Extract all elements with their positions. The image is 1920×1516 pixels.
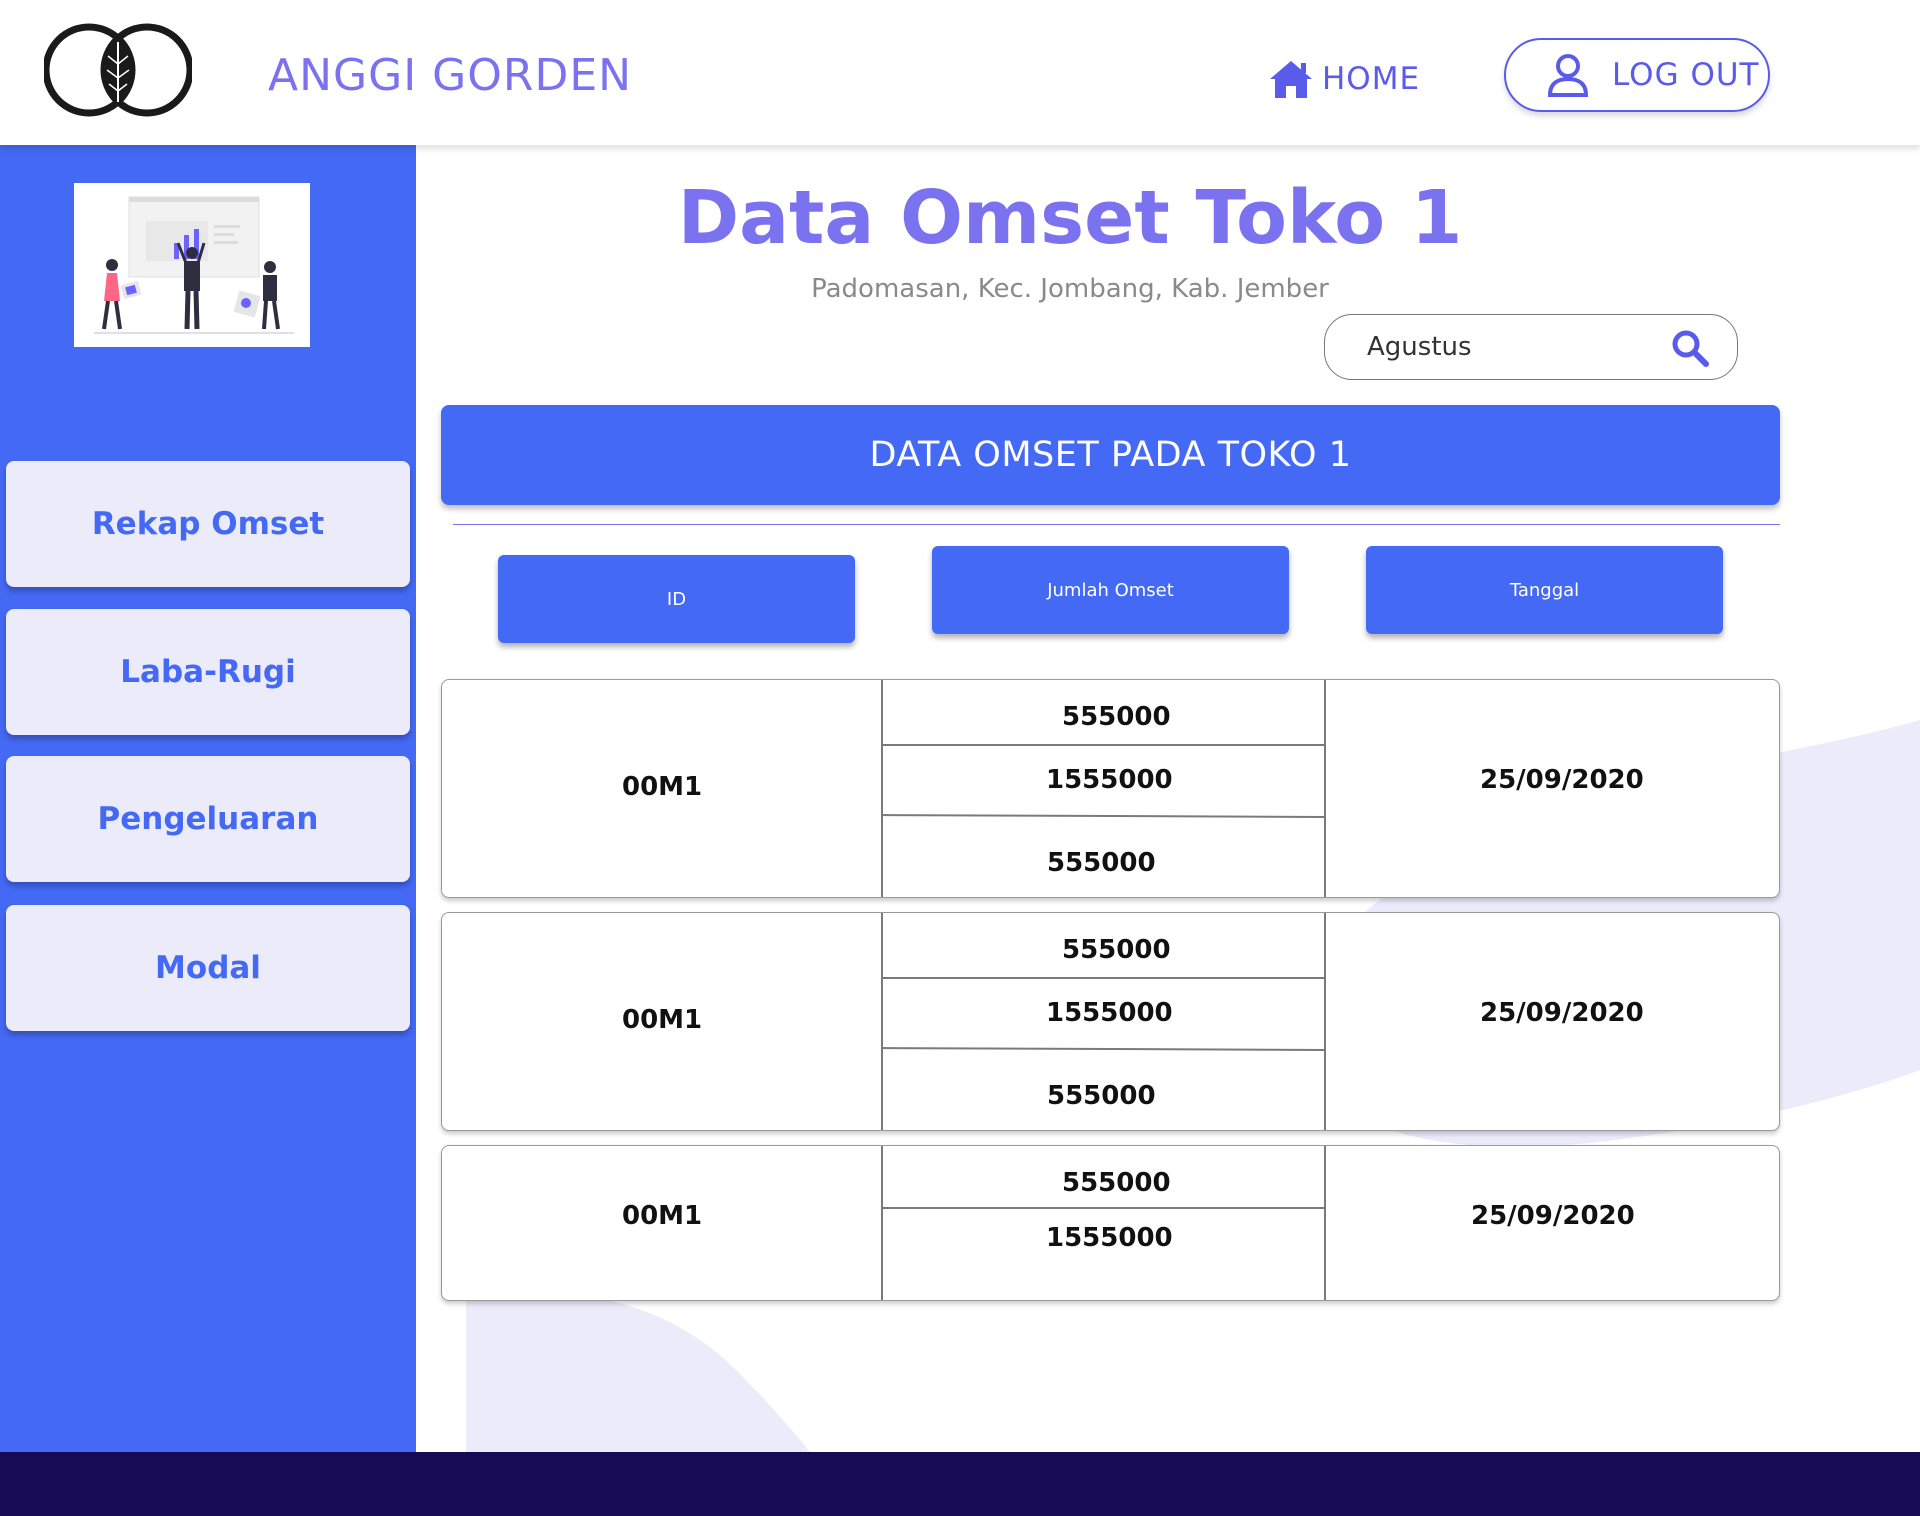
- section-banner: DATA OMSET PADA TOKO 1: [441, 405, 1780, 505]
- page-title: Data Omset Toko 1: [677, 175, 1463, 261]
- column-divider: [881, 680, 883, 897]
- sidebar-item-laba-rugi[interactable]: Laba-Rugi: [6, 609, 410, 735]
- sidebar-item-rekap-omset[interactable]: Rekap Omset: [6, 461, 410, 587]
- column-divider: [1324, 680, 1326, 897]
- row-divider: [881, 744, 1324, 746]
- logo-icon: [44, 23, 192, 117]
- home-icon: [1270, 61, 1312, 98]
- column-divider: [881, 913, 883, 1130]
- row-divider: [881, 977, 1324, 979]
- sidebar-item-modal[interactable]: Modal: [6, 905, 410, 1031]
- omset-amount: 1555000: [1046, 765, 1173, 795]
- column-header-id[interactable]: ID: [498, 555, 855, 643]
- omset-amount: 555000: [1047, 1081, 1156, 1111]
- omset-amount: 555000: [1062, 935, 1171, 965]
- omset-amount: 1555000: [1046, 998, 1173, 1028]
- table-row[interactable]: 00M1 555000 1555000 555000 25/09/2020: [441, 679, 1780, 898]
- top-header: ANGGI GORDEN HOME LOG OUT: [0, 0, 1920, 145]
- table-row[interactable]: 00M1 555000 1555000 555000 25/09/2020: [441, 912, 1780, 1131]
- omset-amount: 555000: [1047, 848, 1156, 878]
- row-divider: [881, 1207, 1324, 1209]
- omset-amount: 555000: [1062, 1168, 1171, 1198]
- search-icon[interactable]: [1671, 329, 1709, 367]
- brand-name: ANGGI GORDEN: [268, 50, 633, 101]
- row-id: 00M1: [622, 1005, 703, 1035]
- search-box: [1324, 314, 1738, 380]
- column-header-jumlah-omset[interactable]: Jumlah Omset: [932, 546, 1289, 634]
- column-header-tanggal[interactable]: Tanggal: [1366, 546, 1723, 634]
- row-id: 00M1: [622, 1201, 703, 1231]
- row-date: 25/09/2020: [1480, 765, 1644, 795]
- row-date: 25/09/2020: [1471, 1201, 1635, 1231]
- logout-label: LOG OUT: [1612, 57, 1760, 93]
- home-link[interactable]: HOME: [1268, 58, 1420, 100]
- home-label: HOME: [1322, 61, 1421, 97]
- omset-amount: 1555000: [1046, 1223, 1173, 1253]
- column-divider: [1324, 913, 1326, 1130]
- sidebar: Rekap Omset Laba-Rugi Pengeluaran Modal: [0, 145, 416, 1452]
- omset-amount: 555000: [1062, 702, 1171, 732]
- footer-bar: [0, 1452, 1920, 1516]
- row-date: 25/09/2020: [1480, 998, 1644, 1028]
- search-input[interactable]: [1365, 331, 1669, 363]
- divider: [453, 524, 1780, 525]
- column-divider: [881, 1146, 883, 1300]
- column-divider: [1324, 1146, 1326, 1300]
- logout-button[interactable]: LOG OUT: [1504, 38, 1770, 112]
- table-row[interactable]: 00M1 555000 1555000 25/09/2020: [441, 1145, 1780, 1301]
- sidebar-item-pengeluaran[interactable]: Pengeluaran: [6, 756, 410, 882]
- row-id: 00M1: [622, 772, 703, 802]
- page-subtitle: Padomasan, Kec. Jombang, Kab. Jember: [811, 274, 1329, 304]
- analytics-illustration: [74, 183, 310, 347]
- user-icon: [1547, 54, 1589, 97]
- row-divider: [880, 814, 1325, 818]
- row-divider: [880, 1047, 1325, 1051]
